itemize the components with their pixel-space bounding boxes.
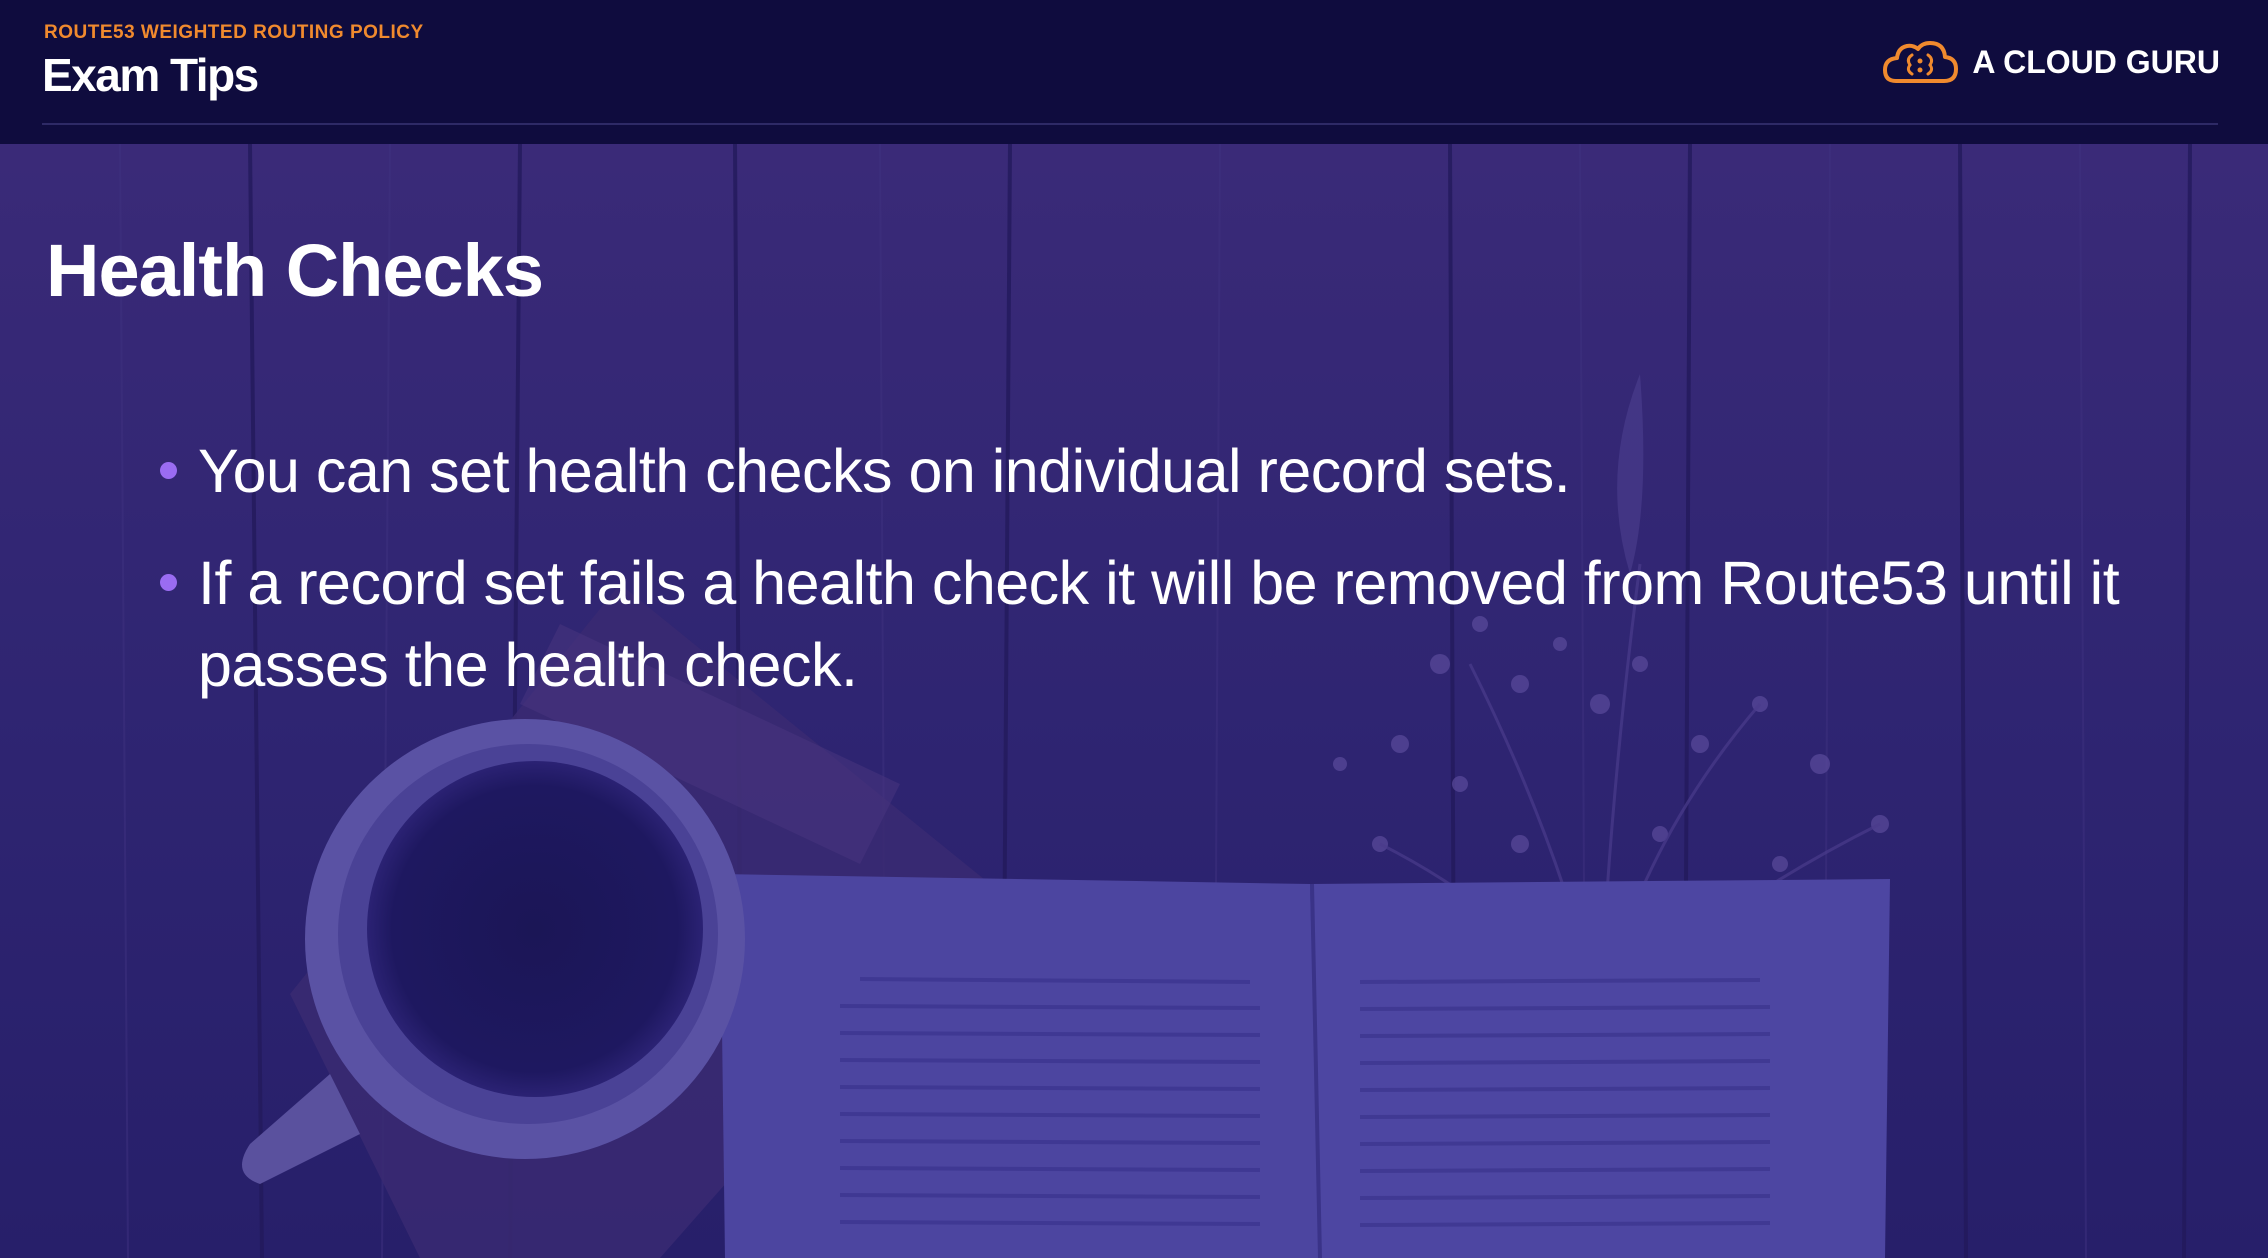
header-bar: ROUTE53 WEIGHTED ROUTING POLICY Exam Tip… <box>0 0 2268 144</box>
section-tag: ROUTE53 WEIGHTED ROUTING POLICY <box>44 22 424 43</box>
bullet-dot-icon <box>160 462 177 479</box>
bullet-item: You can set health checks on individual … <box>160 430 2220 512</box>
brand: A CLOUD GURU <box>1882 34 2220 90</box>
cloud-brain-logo-icon <box>1883 41 1959 83</box>
bullet-text: You can set health checks on individual … <box>198 437 1571 505</box>
slide-heading: Health Checks <box>46 229 544 312</box>
header-title: Exam Tips <box>42 49 259 101</box>
bullet-item: If a record set fails a health check it … <box>160 542 2220 706</box>
bullet-dot-icon <box>160 574 177 591</box>
slide-content: Health Checks You can set health checks … <box>0 0 2268 1258</box>
bullet-text: If a record set fails a health check it … <box>198 549 2120 699</box>
bullet-list: You can set health checks on individual … <box>160 430 2220 736</box>
brand-name: A CLOUD GURU <box>1972 43 2220 80</box>
slide: ROUTE53 WEIGHTED ROUTING POLICY Exam Tip… <box>0 0 2268 1258</box>
header-divider <box>42 123 2218 125</box>
